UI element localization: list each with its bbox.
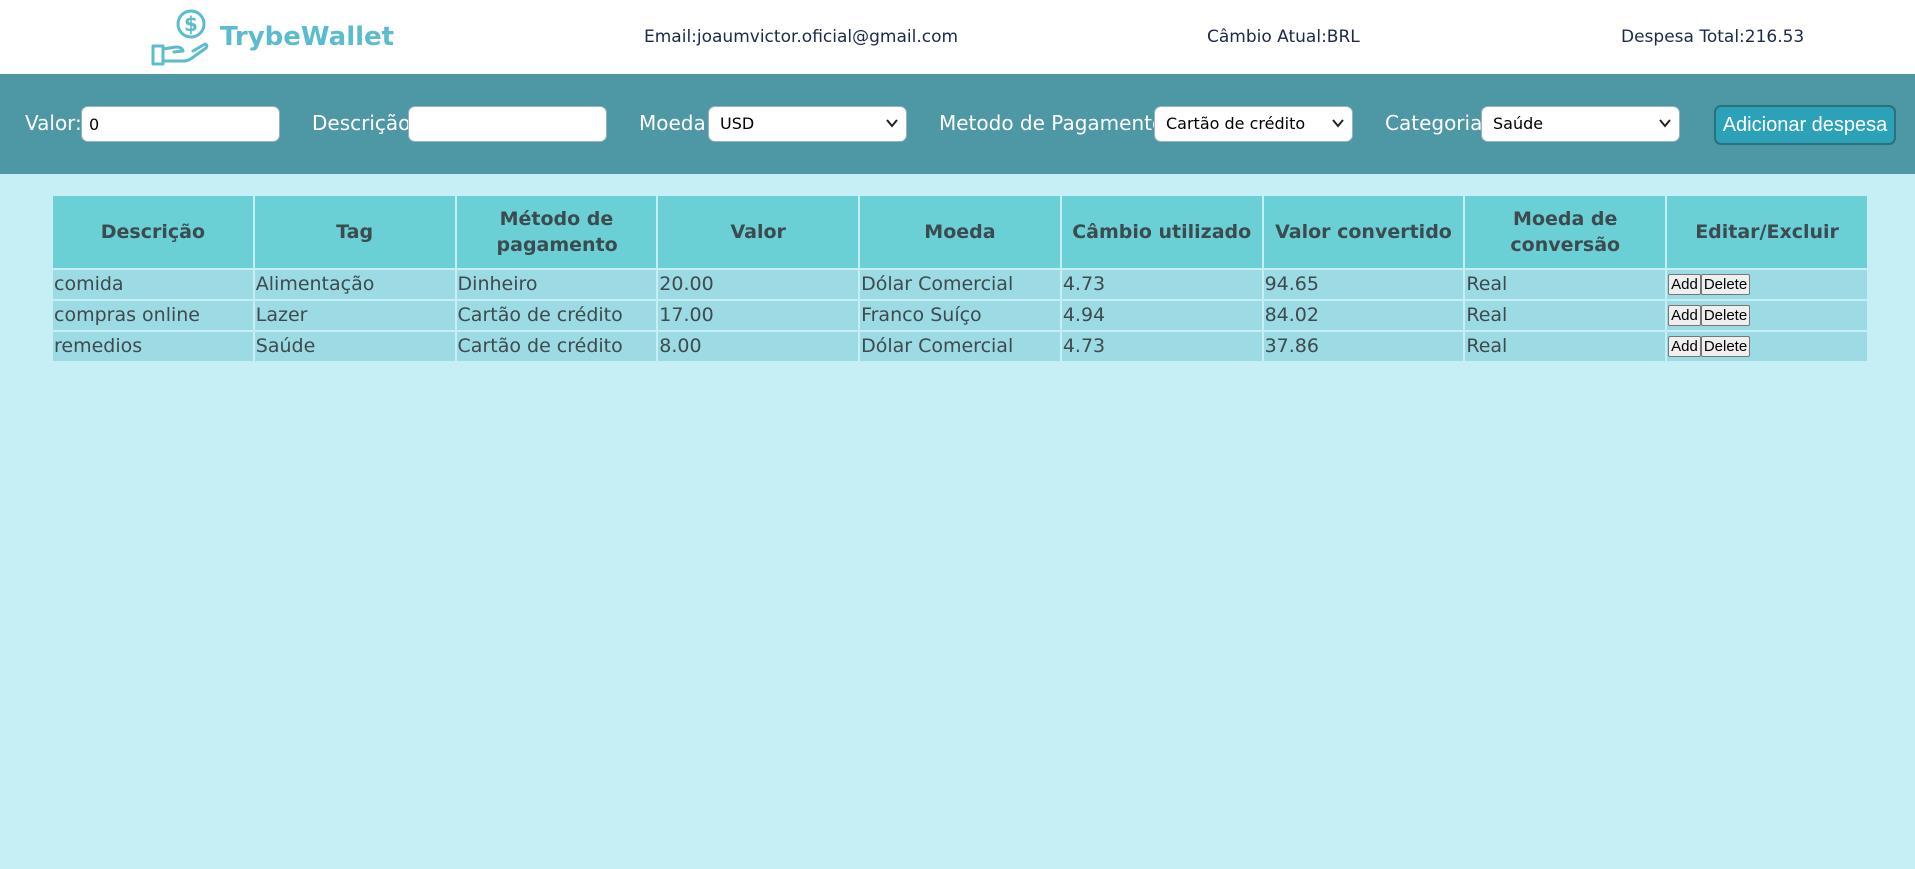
delete-button[interactable]: Delete <box>1700 336 1751 357</box>
expense-table: Descrição Tag Método de pagamento Valor … <box>51 194 1869 363</box>
user-email: Email:joaumvictor.oficial@gmail.com <box>644 27 959 47</box>
add-expense-button[interactable]: Adicionar despesa <box>1714 105 1896 145</box>
expense-form: Valor: Descrição: Moeda USD Metodo de Pa… <box>0 74 1915 174</box>
col-descricao: Descrição <box>53 196 253 268</box>
cell-actions: Add Delete <box>1667 332 1867 361</box>
col-convertido: Valor convertido <box>1263 196 1464 268</box>
cell-tag: Saúde <box>254 332 455 361</box>
cell-actions: Add Delete <box>1667 270 1867 299</box>
metodo-select[interactable]: Cartão de crédito <box>1154 106 1353 142</box>
cell-cambio: 4.73 <box>1061 270 1262 299</box>
chevron-down-icon <box>1659 107 1671 128</box>
col-metodo: Método de pagamento <box>456 196 657 268</box>
delete-button[interactable]: Delete <box>1700 305 1751 326</box>
cell-valor: 20.00 <box>658 270 859 299</box>
logo-text: TrybeWallet <box>220 22 395 52</box>
cell-moeda: Franco Suíço <box>860 301 1060 330</box>
cell-metodo: Cartão de crédito <box>456 332 657 361</box>
chevron-down-icon <box>1332 107 1344 128</box>
total-expense: Despesa Total:216.53 <box>1621 27 1805 47</box>
cell-cambio: 4.94 <box>1061 301 1262 330</box>
cell-tag: Alimentação <box>254 270 455 299</box>
table-header-row: Descrição Tag Método de pagamento Valor … <box>53 196 1867 268</box>
cell-moeda-conversao: Real <box>1465 332 1666 361</box>
chevron-down-icon <box>886 107 898 128</box>
moeda-select[interactable]: USD <box>708 106 907 142</box>
cell-descricao: remedios <box>53 332 253 361</box>
edit-button[interactable]: Add <box>1668 274 1701 295</box>
cell-moeda-conversao: Real <box>1465 301 1666 330</box>
metodo-selected: Cartão de crédito <box>1166 114 1306 133</box>
categoria-select[interactable]: Saúde <box>1481 106 1680 142</box>
cell-cambio: 4.73 <box>1061 332 1262 361</box>
table-row: comida Alimentação Dinheiro 20.00 Dólar … <box>53 270 1867 299</box>
app-header: $ TrybeWallet Email:joaumvictor.oficial@… <box>0 0 1915 74</box>
edit-button[interactable]: Add <box>1668 336 1701 357</box>
col-editar-excluir: Editar/Excluir <box>1667 196 1867 268</box>
cell-moeda: Dólar Comercial <box>860 270 1060 299</box>
cell-moeda-conversao: Real <box>1465 270 1666 299</box>
table-row: remedios Saúde Cartão de crédito 8.00 Dó… <box>53 332 1867 361</box>
delete-button[interactable]: Delete <box>1700 274 1751 295</box>
metodo-label: Metodo de Pagamento: <box>939 111 1171 135</box>
logo: $ TrybeWallet <box>150 8 394 66</box>
cell-descricao: compras online <box>53 301 253 330</box>
edit-button[interactable]: Add <box>1668 305 1701 326</box>
col-moeda-conversao: Moeda de conversão <box>1465 196 1666 268</box>
col-tag: Tag <box>254 196 455 268</box>
cell-metodo: Dinheiro <box>456 270 657 299</box>
cell-descricao: comida <box>53 270 253 299</box>
cell-tag: Lazer <box>254 301 455 330</box>
cell-valor: 8.00 <box>658 332 859 361</box>
col-valor: Valor <box>658 196 859 268</box>
cell-moeda: Dólar Comercial <box>860 332 1060 361</box>
descricao-label: Descrição: <box>312 111 418 135</box>
col-moeda: Moeda <box>860 196 1060 268</box>
moeda-selected: USD <box>720 114 755 133</box>
valor-input[interactable] <box>81 106 280 142</box>
descricao-input[interactable] <box>408 106 607 142</box>
cell-convertido: 94.65 <box>1263 270 1464 299</box>
current-exchange: Câmbio Atual:BRL <box>1207 27 1360 47</box>
cell-convertido: 37.86 <box>1263 332 1464 361</box>
hand-coin-icon: $ <box>151 9 209 66</box>
table-row: compras online Lazer Cartão de crédito 1… <box>53 301 1867 330</box>
cell-convertido: 84.02 <box>1263 301 1464 330</box>
categoria-label: Categoria: <box>1385 111 1490 135</box>
cell-actions: Add Delete <box>1667 301 1867 330</box>
col-cambio: Câmbio utilizado <box>1061 196 1262 268</box>
cell-metodo: Cartão de crédito <box>456 301 657 330</box>
categoria-selected: Saúde <box>1493 114 1544 133</box>
moeda-label: Moeda <box>639 111 706 135</box>
cell-valor: 17.00 <box>658 301 859 330</box>
valor-label: Valor: <box>25 111 82 135</box>
svg-text:$: $ <box>184 12 198 36</box>
